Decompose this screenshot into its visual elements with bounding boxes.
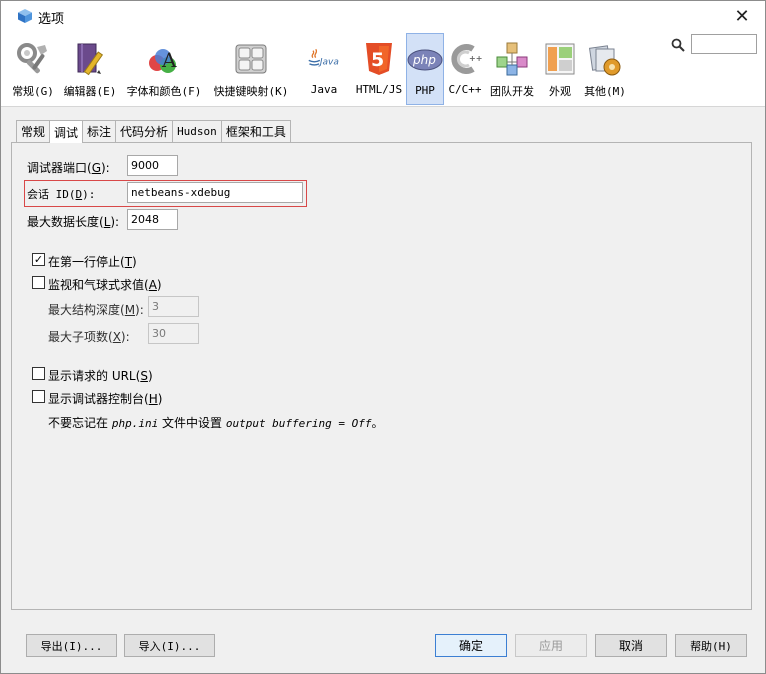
cpp-icon: ++	[451, 44, 482, 74]
window-title: 选项	[38, 12, 65, 27]
java-logo-text: Java	[318, 58, 339, 68]
editor-pencil-icon	[77, 43, 104, 76]
title-bar: 选项 ✕	[1, 1, 765, 31]
team-icon	[496, 42, 528, 76]
svg-text:++: ++	[469, 54, 482, 63]
search-icon	[671, 38, 685, 52]
category-team[interactable]: 团队开发	[486, 33, 538, 105]
html5-logo-text: 5	[371, 49, 384, 71]
search-input[interactable]	[691, 34, 757, 54]
max-children-label: 最大子项数(X):	[48, 330, 130, 344]
stop-first-line-checkbox[interactable]: ✓	[32, 253, 45, 266]
show-console-label: 显示调试器控制台(H)	[48, 392, 163, 406]
category-miscellaneous[interactable]: 其他(M)	[581, 33, 629, 105]
show-console-checkbox[interactable]	[32, 390, 45, 403]
close-button[interactable]: ✕	[725, 3, 759, 29]
export-button[interactable]: 导出(I)...	[26, 634, 117, 657]
max-data-length-field[interactable]: 2048	[127, 209, 178, 230]
general-tools-icon	[17, 43, 47, 74]
debugging-panel: 调试器端口(G): 9000 会话 ID(D): netbeans-xdebug…	[11, 142, 752, 610]
php-logo-text: php	[412, 53, 436, 67]
category-cpp[interactable]: ++ C/C++	[446, 33, 484, 105]
show-url-checkbox[interactable]	[32, 367, 45, 380]
debugger-port-label: 调试器端口(G):	[27, 161, 110, 175]
category-keymap[interactable]: 快捷键映射(K)	[209, 33, 293, 105]
html5-icon: 5	[366, 43, 392, 75]
watch-balloon-label: 监视和气球式求值(A)	[48, 278, 162, 292]
tab-frameworks-tools[interactable]: 框架和工具	[220, 120, 291, 142]
max-depth-field[interactable]: 3	[148, 296, 199, 317]
tab-hudson[interactable]: Hudson	[172, 120, 222, 142]
appearance-icon	[545, 43, 575, 75]
help-button[interactable]: 帮助(H)	[675, 634, 747, 657]
svg-text:A: A	[161, 48, 177, 72]
category-php[interactable]: php PHP	[406, 33, 444, 105]
tab-general[interactable]: 常规	[16, 120, 51, 142]
session-id-field[interactable]: netbeans-xdebug	[127, 182, 303, 203]
close-icon: ✕	[734, 5, 750, 27]
apply-button[interactable]: 应用	[515, 634, 587, 657]
category-toolbar: 常规(G) 编辑器(E) A 字体和颜色(F) 快捷键映射(K) Java Ja…	[1, 31, 765, 107]
max-data-length-label: 最大数据长度(L):	[27, 215, 120, 229]
tab-bar: 常规 调试 标注 代码分析 Hudson 框架和工具	[16, 120, 291, 143]
output-buffering-note: 不要忘记在 php.ini 文件中设置 output buffering = O…	[48, 416, 384, 430]
checkmark-icon: ✓	[33, 253, 44, 266]
ok-button[interactable]: 确定	[435, 634, 507, 657]
category-appearance[interactable]: 外观	[541, 33, 579, 105]
tab-annotations[interactable]: 标注	[82, 120, 117, 142]
session-id-label: 会话 ID(D):	[27, 188, 96, 201]
tab-debugging[interactable]: 调试	[49, 120, 84, 143]
php-icon: php	[407, 49, 443, 71]
category-html-js[interactable]: 5 HTML/JS	[354, 33, 404, 105]
watch-balloon-checkbox[interactable]	[32, 276, 45, 289]
category-fonts-colors[interactable]: A 字体和颜色(F)	[122, 33, 206, 105]
category-general[interactable]: 常规(G)	[8, 33, 58, 105]
fonts-colors-icon: A	[149, 48, 177, 73]
miscellaneous-icon	[588, 45, 621, 76]
debugger-port-field[interactable]: 9000	[127, 155, 178, 176]
options-dialog: 选项 ✕ 常规(G) 编辑器(E) A 字体和颜色(F) 快捷键映射(K) Ja…	[0, 0, 766, 674]
netbeans-cube-icon	[18, 9, 32, 23]
java-icon: Java	[308, 48, 339, 68]
show-url-label: 显示请求的 URL(S)	[48, 369, 153, 383]
category-editor[interactable]: 编辑器(E)	[61, 33, 119, 105]
max-children-field[interactable]: 30	[148, 323, 199, 344]
keymap-icon	[235, 44, 267, 74]
tab-code-analysis[interactable]: 代码分析	[115, 120, 174, 142]
stop-first-line-label: 在第一行停止(T)	[48, 255, 137, 269]
max-depth-label: 最大结构深度(M):	[48, 303, 144, 317]
cancel-button[interactable]: 取消	[595, 634, 667, 657]
category-java[interactable]: Java Java	[297, 33, 351, 105]
import-button[interactable]: 导入(I)...	[124, 634, 215, 657]
